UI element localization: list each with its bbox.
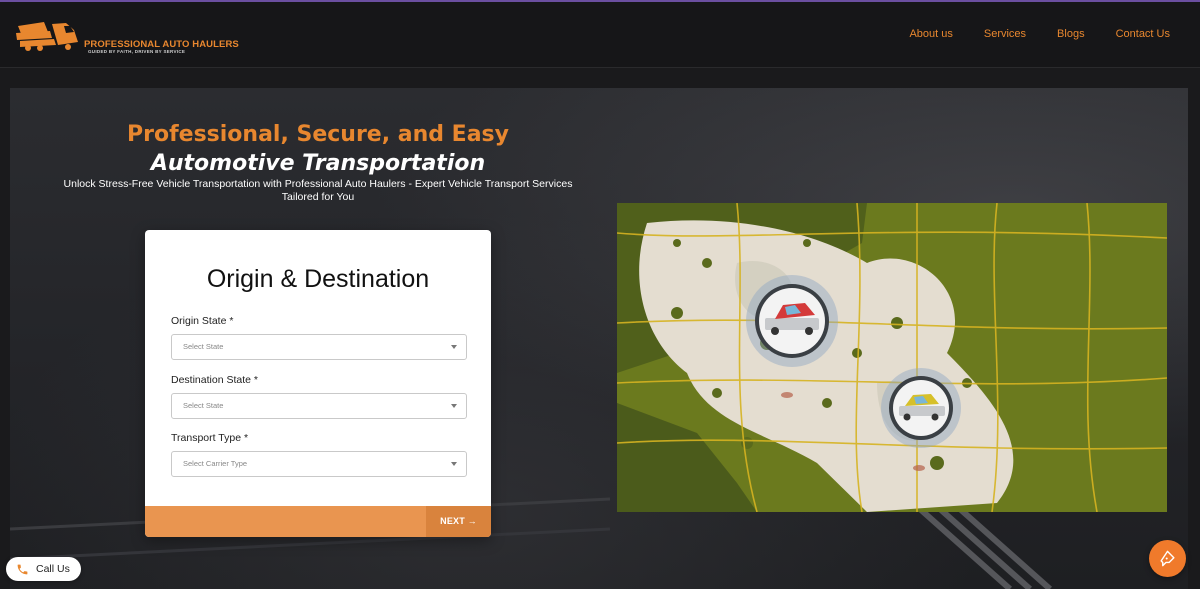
- brand-logo[interactable]: PROFESSIONAL AUTO HAULERS GUIDED BY FAIT…: [14, 18, 239, 56]
- next-button-label: NEXT: [440, 516, 465, 526]
- form-title: Origin & Destination: [206, 265, 430, 293]
- nav-services[interactable]: Services: [984, 28, 1026, 40]
- nav-about-us[interactable]: About us: [909, 28, 952, 40]
- transport-type-select[interactable]: Select Carrier Type: [171, 451, 467, 477]
- next-button[interactable]: NEXT →: [426, 506, 491, 537]
- hero-subtitle: Unlock Stress-Free Vehicle Transportatio…: [63, 178, 573, 203]
- origin-state-select[interactable]: Select State: [171, 334, 467, 360]
- destination-state-select[interactable]: Select State: [171, 393, 467, 419]
- transport-type-placeholder: Select Carrier Type: [183, 459, 248, 468]
- quote-form-card: Origin & Destination Origin State * Sele…: [145, 230, 491, 537]
- route-map-illustration: [617, 203, 1167, 512]
- chat-support-icon: [1160, 550, 1175, 567]
- destination-state-placeholder: Select State: [183, 401, 224, 410]
- brand-tagline: GUIDED BY FAITH, DRIVEN BY SERVICE: [88, 49, 186, 54]
- form-footer-bar: NEXT →: [145, 506, 491, 537]
- hero-headline-line-2: Automotive Transportation: [150, 151, 486, 176]
- main-nav: About us Services Blogs Contact Us: [909, 28, 1170, 40]
- nav-contact-us[interactable]: Contact Us: [1116, 28, 1170, 40]
- origin-state-placeholder: Select State: [183, 342, 224, 351]
- origin-state-label: Origin State *: [171, 315, 234, 327]
- nav-blogs[interactable]: Blogs: [1057, 28, 1085, 40]
- call-us-button[interactable]: Call Us: [6, 557, 81, 581]
- chevron-down-icon: [451, 462, 457, 466]
- hero-headline-line-1: Professional, Secure, and Easy: [127, 122, 509, 147]
- call-us-label: Call Us: [36, 563, 70, 575]
- site-header: PROFESSIONAL AUTO HAULERS GUIDED BY FAIT…: [0, 2, 1200, 68]
- chevron-down-icon: [451, 404, 457, 408]
- destination-state-label: Destination State *: [171, 374, 258, 386]
- map-graphic: [617, 203, 1167, 512]
- arrow-right-icon: →: [467, 516, 477, 526]
- chat-support-button[interactable]: [1149, 540, 1186, 577]
- phone-icon: [17, 564, 28, 575]
- transport-type-label: Transport Type *: [171, 432, 249, 444]
- truck-logo-icon: [16, 22, 78, 51]
- chevron-down-icon: [451, 345, 457, 349]
